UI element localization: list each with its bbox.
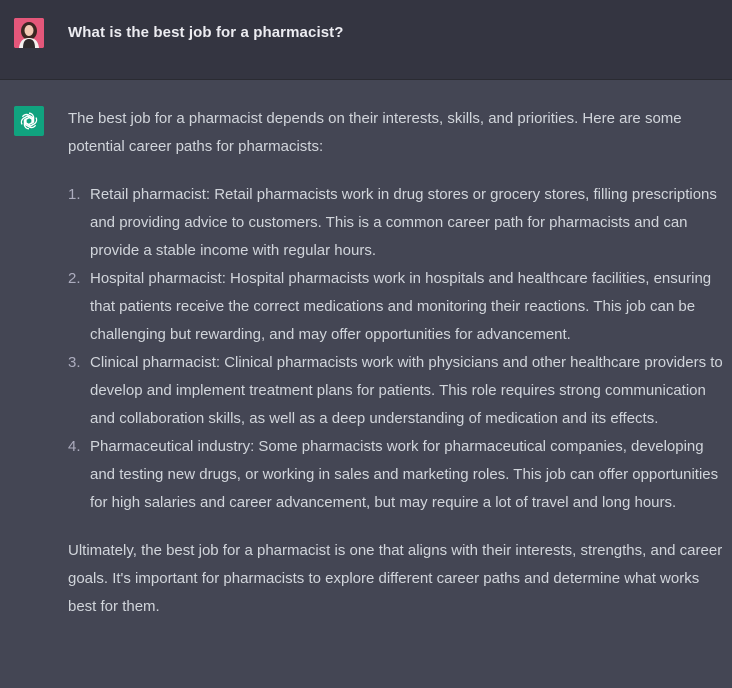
- list-item-number: 3.: [68, 354, 81, 371]
- list-item: 4. Pharmaceutical industry: Some pharmac…: [68, 433, 724, 517]
- assistant-message-content: The best job for a pharmacist depends on…: [68, 105, 724, 621]
- list-item-number: 2.: [68, 270, 81, 287]
- list-item-text: Hospital pharmacist: Hospital pharmacist…: [90, 270, 712, 343]
- user-avatar: [14, 18, 44, 48]
- assistant-avatar: [14, 106, 44, 136]
- list-item-text: Clinical pharmacist: Clinical pharmacist…: [90, 354, 723, 427]
- assistant-conclusion-text: Ultimately, the best job for a pharmacis…: [68, 542, 723, 615]
- career-path-list: 1. Retail pharmacist: Retail pharmacists…: [68, 181, 724, 517]
- user-avatar-photo-icon: [14, 18, 44, 48]
- user-message-row: What is the best job for a pharmacist?: [0, 0, 732, 80]
- list-item-number: 4.: [68, 438, 81, 455]
- openai-logo-icon: [20, 112, 38, 130]
- list-item: 3. Clinical pharmacist: Clinical pharmac…: [68, 349, 724, 433]
- assistant-intro-text: The best job for a pharmacist depends on…: [68, 110, 682, 155]
- list-item-number: 1.: [68, 186, 81, 203]
- list-item-text: Pharmaceutical industry: Some pharmacist…: [90, 438, 719, 511]
- assistant-message-row: The best job for a pharmacist depends on…: [0, 80, 732, 688]
- list-item: 2. Hospital pharmacist: Hospital pharmac…: [68, 265, 724, 349]
- list-item: 1. Retail pharmacist: Retail pharmacists…: [68, 181, 724, 265]
- list-item-text: Retail pharmacist: Retail pharmacists wo…: [90, 186, 717, 259]
- user-message-text: What is the best job for a pharmacist?: [68, 24, 344, 41]
